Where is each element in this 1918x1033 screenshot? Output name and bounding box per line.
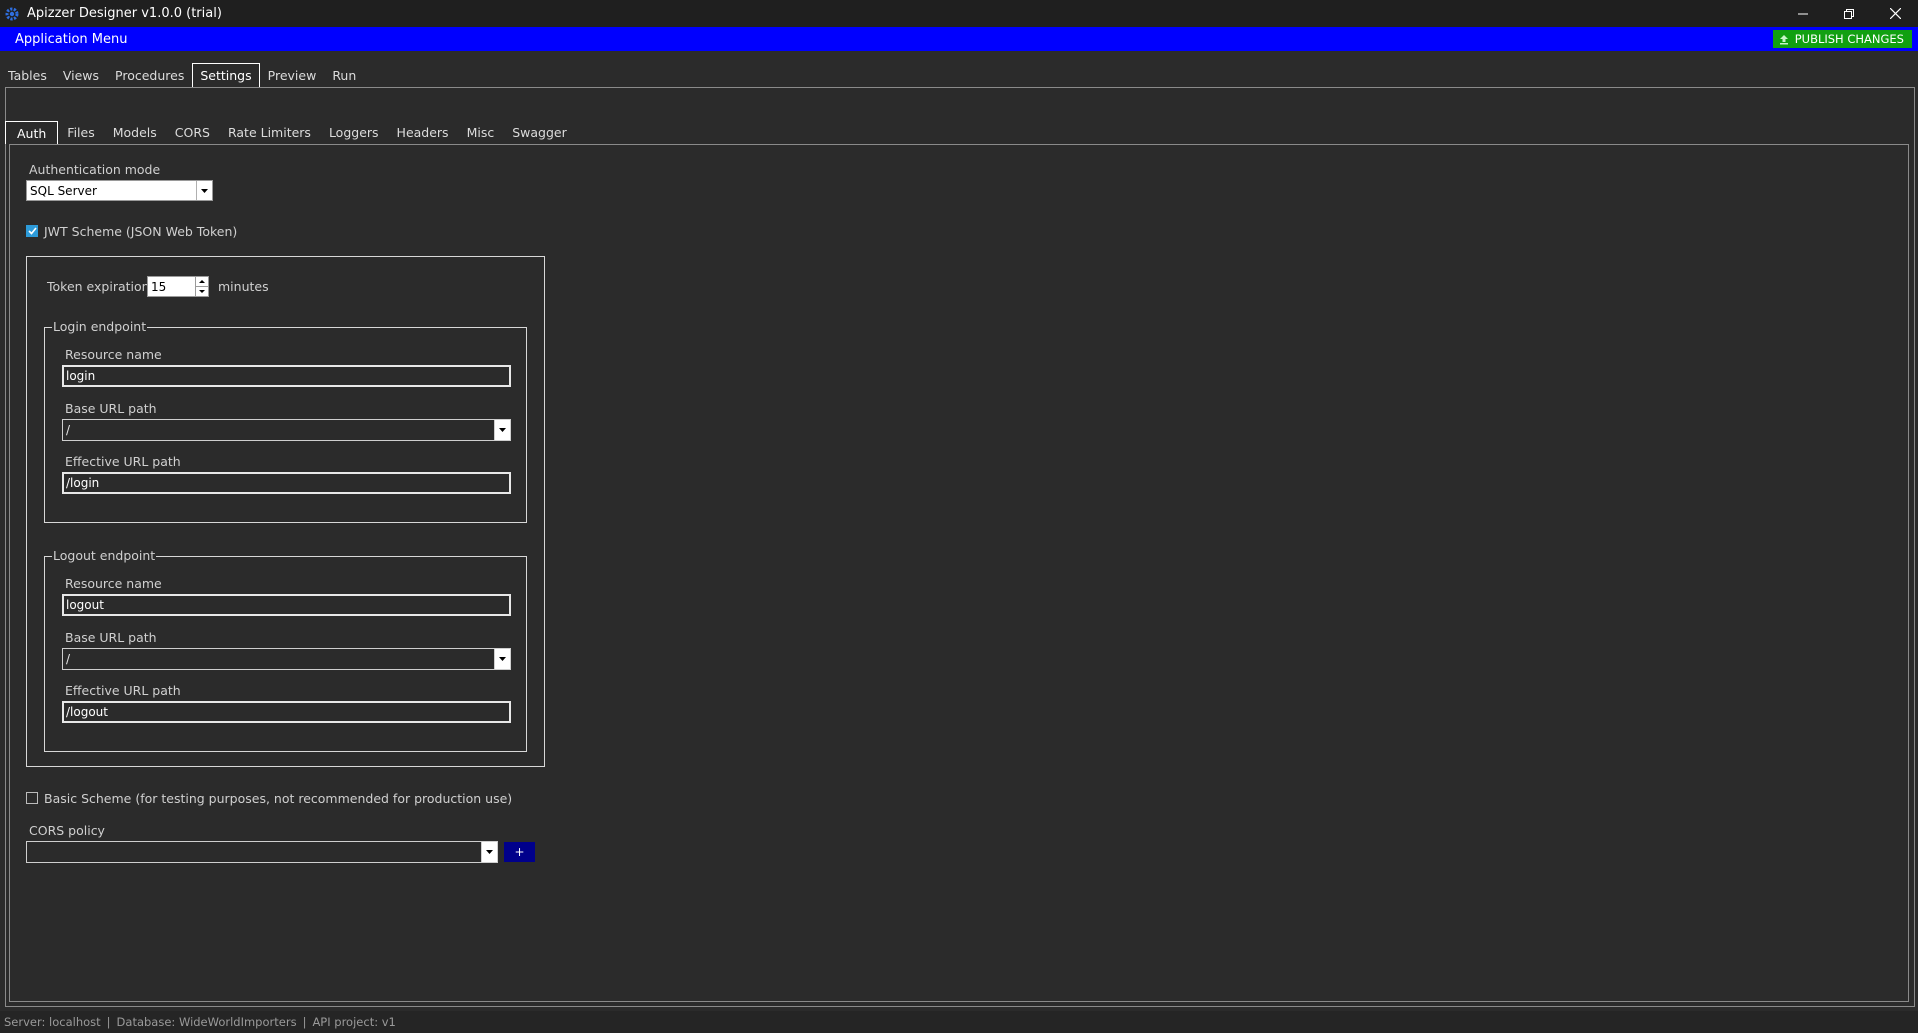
- logout-effective-url-input[interactable]: /logout: [62, 701, 511, 723]
- settings-sub-tabs: Auth Files Models CORS Rate Limiters Log…: [5, 121, 576, 144]
- tab-models[interactable]: Models: [104, 121, 166, 144]
- cors-policy-select[interactable]: [26, 841, 498, 863]
- login-base-url-value: /: [66, 423, 71, 437]
- basic-scheme-checkbox[interactable]: [26, 792, 38, 804]
- chevron-down-icon: [494, 420, 510, 440]
- auth-mode-label: Authentication mode: [29, 162, 161, 177]
- publish-changes-button[interactable]: PUBLISH CHANGES: [1772, 30, 1912, 48]
- upload-icon: [1779, 34, 1789, 45]
- menu-bar: Application Menu PUBLISH CHANGES: [0, 27, 1918, 51]
- logout-base-url-label: Base URL path: [65, 630, 157, 645]
- status-project: API project: v1: [312, 1015, 396, 1029]
- top-tabs: Tables Views Procedures Settings Preview…: [0, 63, 364, 87]
- close-icon[interactable]: [1872, 0, 1918, 27]
- login-base-url-label: Base URL path: [65, 401, 157, 416]
- tab-tables[interactable]: Tables: [0, 63, 55, 87]
- tab-misc[interactable]: Misc: [458, 121, 504, 144]
- chevron-down-icon: [494, 649, 510, 669]
- status-server: Server: localhost: [4, 1015, 101, 1029]
- tab-procedures[interactable]: Procedures: [107, 63, 192, 87]
- token-expiration-unit: minutes: [218, 279, 269, 294]
- chevron-down-icon: [196, 181, 212, 200]
- tab-swagger[interactable]: Swagger: [503, 121, 576, 144]
- logout-effective-url-label: Effective URL path: [65, 683, 181, 698]
- logout-resource-name-label: Resource name: [65, 576, 162, 591]
- tab-loggers[interactable]: Loggers: [320, 121, 388, 144]
- add-cors-policy-button[interactable]: +: [504, 842, 535, 862]
- chevron-down-icon: [481, 842, 497, 862]
- login-resource-name-label: Resource name: [65, 347, 162, 362]
- publish-label: PUBLISH CHANGES: [1794, 32, 1904, 46]
- logout-resource-name-input[interactable]: logout: [62, 594, 511, 616]
- basic-scheme-label: Basic Scheme (for testing purposes, not …: [44, 791, 513, 806]
- tab-headers[interactable]: Headers: [388, 121, 458, 144]
- gear-icon: [3, 5, 21, 23]
- application-menu[interactable]: Application Menu: [15, 32, 127, 47]
- stepper-up-icon[interactable]: [196, 277, 208, 286]
- auth-mode-value: SQL Server: [30, 183, 97, 198]
- tab-preview[interactable]: Preview: [260, 63, 325, 87]
- tab-files[interactable]: Files: [58, 121, 103, 144]
- jwt-scheme-label: JWT Scheme (JSON Web Token): [44, 224, 238, 239]
- token-expiration-stepper[interactable]: 15: [147, 276, 209, 297]
- tab-settings[interactable]: Settings: [192, 63, 260, 87]
- tab-cors[interactable]: CORS: [166, 121, 219, 144]
- status-separator: |: [106, 1015, 111, 1029]
- jwt-scheme-checkbox[interactable]: [26, 225, 38, 237]
- auth-mode-select[interactable]: SQL Server: [26, 180, 213, 201]
- window-title: Apizzer Designer v1.0.0 (trial): [27, 6, 222, 21]
- login-effective-url-input[interactable]: /login: [62, 472, 511, 494]
- status-bar: Server: localhost | Database: WideWorldI…: [0, 1011, 1918, 1033]
- tab-views[interactable]: Views: [55, 63, 107, 87]
- tab-run[interactable]: Run: [324, 63, 364, 87]
- tab-rate-limiters[interactable]: Rate Limiters: [219, 121, 320, 144]
- tab-auth[interactable]: Auth: [5, 121, 59, 144]
- title-bar: Apizzer Designer v1.0.0 (trial): [0, 0, 1918, 27]
- cors-policy-label: CORS policy: [29, 823, 105, 838]
- login-effective-url-label: Effective URL path: [65, 454, 181, 469]
- login-resource-name-input[interactable]: login: [62, 365, 511, 387]
- token-expiration-label: Token expiration:: [47, 279, 154, 294]
- logout-base-url-select[interactable]: /: [62, 648, 511, 670]
- login-base-url-select[interactable]: /: [62, 419, 511, 441]
- logout-endpoint-legend: Logout endpoint: [52, 548, 157, 563]
- minimize-icon[interactable]: [1780, 0, 1826, 27]
- logout-base-url-value: /: [66, 652, 71, 666]
- status-database: Database: WideWorldImporters: [116, 1015, 297, 1029]
- stepper-down-icon[interactable]: [196, 286, 208, 296]
- window-controls: [1780, 0, 1918, 27]
- restore-icon[interactable]: [1826, 0, 1872, 27]
- status-separator: |: [302, 1015, 307, 1029]
- token-expiration-value: 15: [151, 279, 167, 294]
- login-endpoint-legend: Login endpoint: [52, 319, 148, 334]
